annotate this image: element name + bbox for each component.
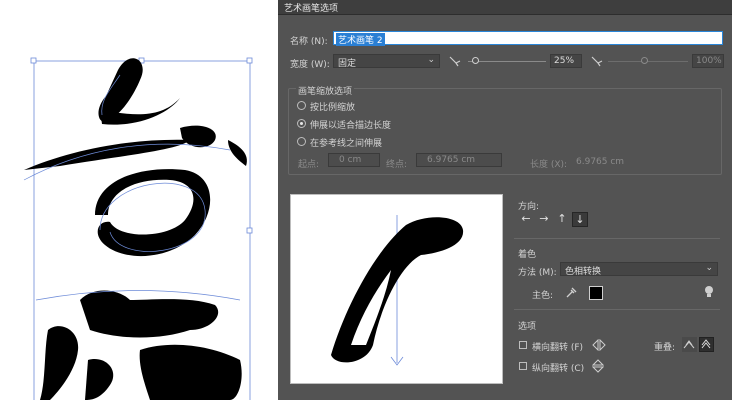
width-max-percent-input[interactable]: 100% [692,54,724,68]
flip-horizontal-label: 横向翻转 (F) [532,343,584,353]
direction-right-button[interactable]: → [536,212,552,227]
method-select-value: 色相转换 [565,267,602,277]
scale-option-stretch: 伸展以适合描边长度 [310,121,392,131]
flip-vertical-checkbox[interactable] [519,362,527,370]
direction-up-button[interactable]: ↑ [554,212,570,227]
direction-down-button[interactable]: ↓ [572,212,588,227]
scale-group-title: 画笔缩放选项 [296,84,355,97]
overlap-label: 重叠: [654,343,676,353]
options-title: 选项 [518,322,537,332]
end-input[interactable]: 6.9765 cm [416,153,502,167]
scale-option-guides: 在参考线之间伸展 [310,139,383,149]
art-brush-options-dialog: 艺术画笔选项 名称 (N): 艺术画笔 2 宽度 (W): 固定 ⌄ 25% 1… [278,0,732,400]
start-label: 起点: [298,160,320,170]
width-percent-input[interactable]: 25% [550,54,582,68]
end-value: 6.9765 cm [427,155,476,165]
method-select[interactable]: 色相转换 ⌄ [560,262,718,277]
calligraphy-artwork [23,57,253,400]
width-select[interactable]: 固定 ⌄ [333,54,440,69]
start-value: 0 cm [339,155,362,165]
pressure-brush-icon [591,56,603,67]
color-title: 着色 [518,250,537,260]
method-label: 方法 (M): [518,268,557,278]
length-value: 6.9765 cm [576,157,625,167]
eyedropper-icon[interactable] [564,285,578,299]
radio-scale-proportional[interactable] [297,101,306,110]
chevron-down-icon: ⌄ [427,55,435,65]
lightbulb-icon[interactable] [703,285,715,299]
name-label: 名称 (N): [290,37,328,47]
chevron-down-icon: ⌄ [705,263,713,273]
overlap-adjust-button[interactable] [682,337,697,352]
key-color-label: 主色: [532,291,554,301]
dialog-titlebar[interactable]: 艺术画笔选项 [278,0,732,15]
flip-horizontal-icon [592,339,606,351]
radio-scale-stretch[interactable] [297,119,306,128]
name-input[interactable]: 艺术画笔 2 [333,31,723,46]
direction-left-button[interactable]: ← [518,212,534,227]
divider [514,309,720,310]
length-label: 长度 (X): [530,160,568,170]
overlap-adjust-icon [683,340,695,349]
brush-preview [290,194,503,384]
brush-preview-stroke [331,215,464,366]
dialog-title: 艺术画笔选项 [284,4,339,14]
width-slider-knob[interactable] [472,57,479,64]
overlap-none-button[interactable] [699,337,714,352]
artboard-canvas[interactable] [0,0,278,400]
direction-title: 方向: [518,202,540,212]
flip-vertical-icon [592,359,604,373]
end-label: 终点: [386,160,408,170]
width-max-percent-value: 100% [696,56,722,66]
divider [514,238,720,239]
radio-scale-guides[interactable] [297,137,306,146]
flip-vertical-label: 纵向翻转 (C) [532,364,585,374]
width-slider-track[interactable] [468,61,546,62]
key-color-swatch[interactable] [589,286,603,300]
name-input-value: 艺术画笔 2 [336,33,385,46]
width-label: 宽度 (W): [290,60,330,70]
width-select-value: 固定 [338,59,357,69]
flip-horizontal-checkbox[interactable] [519,341,527,349]
pressure-brush-icon [449,56,461,67]
start-input[interactable]: 0 cm [328,153,380,167]
width-max-slider-knob[interactable] [641,57,648,64]
overlap-none-icon [701,339,711,349]
width-percent-value: 25% [554,56,575,66]
width-max-slider-track[interactable] [608,61,688,62]
scale-option-proportional: 按比例缩放 [310,103,356,113]
